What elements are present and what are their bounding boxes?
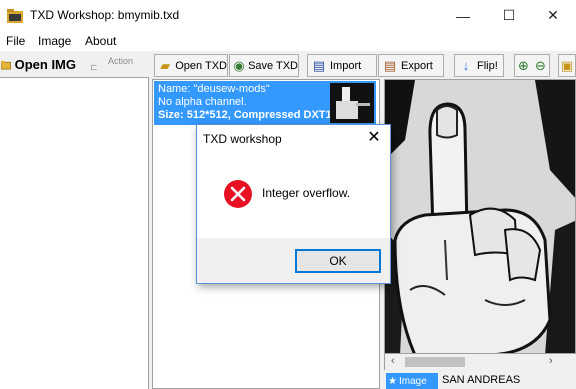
menu-image[interactable]: Image — [38, 34, 71, 48]
preview-scrollbar[interactable]: ‹ › — [384, 354, 560, 370]
texture-size: Size: 512*512, Compressed DXT1 — [158, 109, 332, 121]
status-bar: ★ Image SAN ANDREAS — [384, 372, 576, 389]
texture-alpha: No alpha channel. — [158, 96, 247, 108]
preview-image — [385, 80, 575, 353]
game-mode: SAN ANDREAS — [442, 374, 521, 386]
save-txd-button[interactable]: ◉ Save TXD — [229, 54, 299, 77]
disc-icon: ◉ — [233, 57, 245, 73]
dialog-close-button[interactable]: ✕ — [363, 129, 385, 149]
zoom-out-icon: ⊖ — [535, 57, 546, 73]
flip-button[interactable]: ↓ Flip! — [454, 54, 504, 77]
toolbar: ▰ Open TXD ◉ Save TXD ▤ Import ▤ Export … — [152, 52, 576, 78]
open-txd-button[interactable]: ▰ Open TXD — [154, 54, 228, 77]
menu-file[interactable]: File — [6, 34, 25, 48]
dialog-footer: OK — [197, 238, 390, 283]
action-icon: ⊏ — [90, 62, 98, 72]
export-button[interactable]: ▤ Export — [378, 54, 444, 77]
error-icon — [224, 180, 252, 208]
star-icon: ★ — [388, 375, 397, 387]
texture-name: Name: "deusew-mods" — [158, 83, 270, 95]
action-button[interactable]: ⊏ Action — [86, 55, 136, 75]
ok-button[interactable]: OK — [295, 249, 381, 273]
img-file-list[interactable] — [0, 77, 149, 389]
import-button[interactable]: ▤ Import — [307, 54, 377, 77]
scroll-left-icon[interactable]: ‹ — [391, 355, 395, 367]
error-dialog: TXD workshop ✕ Integer overflow. OK — [196, 124, 391, 284]
down-arrow-icon: ↓ — [462, 58, 470, 73]
overflow-button[interactable]: ▣ — [558, 54, 576, 77]
folder-icon: ▰ — [160, 57, 171, 73]
folder-icon — [1, 60, 11, 69]
app-window: TXD Workshop: bmymib.txd — ☐ ✕ File Imag… — [0, 0, 576, 389]
close-button[interactable]: ✕ — [530, 0, 576, 31]
zoom-buttons[interactable]: ⊕ ⊖ — [514, 54, 550, 77]
menu-about[interactable]: About — [85, 34, 116, 48]
zoom-in-icon: ⊕ — [518, 57, 529, 73]
open-img-button[interactable]: Open IMG — [0, 53, 76, 76]
maximize-button[interactable]: ☐ — [486, 0, 532, 31]
panel-icon: ▣ — [560, 57, 574, 73]
minimize-button[interactable]: — — [440, 0, 486, 31]
export-icon: ▤ — [383, 57, 397, 73]
texture-list-item[interactable]: Name: "deusew-mods" No alpha channel. Si… — [154, 81, 376, 125]
import-icon: ▤ — [312, 57, 326, 73]
menu-bar: File Image About — [0, 31, 576, 51]
status-image-tab[interactable]: ★ Image — [386, 373, 438, 389]
dialog-message: Integer overflow. — [262, 186, 351, 200]
texture-preview — [384, 79, 576, 354]
window-title: TXD Workshop: bmymib.txd — [30, 8, 180, 22]
scroll-right-icon[interactable]: › — [549, 355, 553, 367]
title-bar: TXD Workshop: bmymib.txd — ☐ ✕ — [0, 0, 576, 31]
app-icon — [7, 9, 23, 23]
scroll-thumb[interactable] — [405, 357, 465, 367]
dialog-title: TXD workshop — [203, 132, 282, 146]
texture-thumbnail — [330, 83, 374, 123]
